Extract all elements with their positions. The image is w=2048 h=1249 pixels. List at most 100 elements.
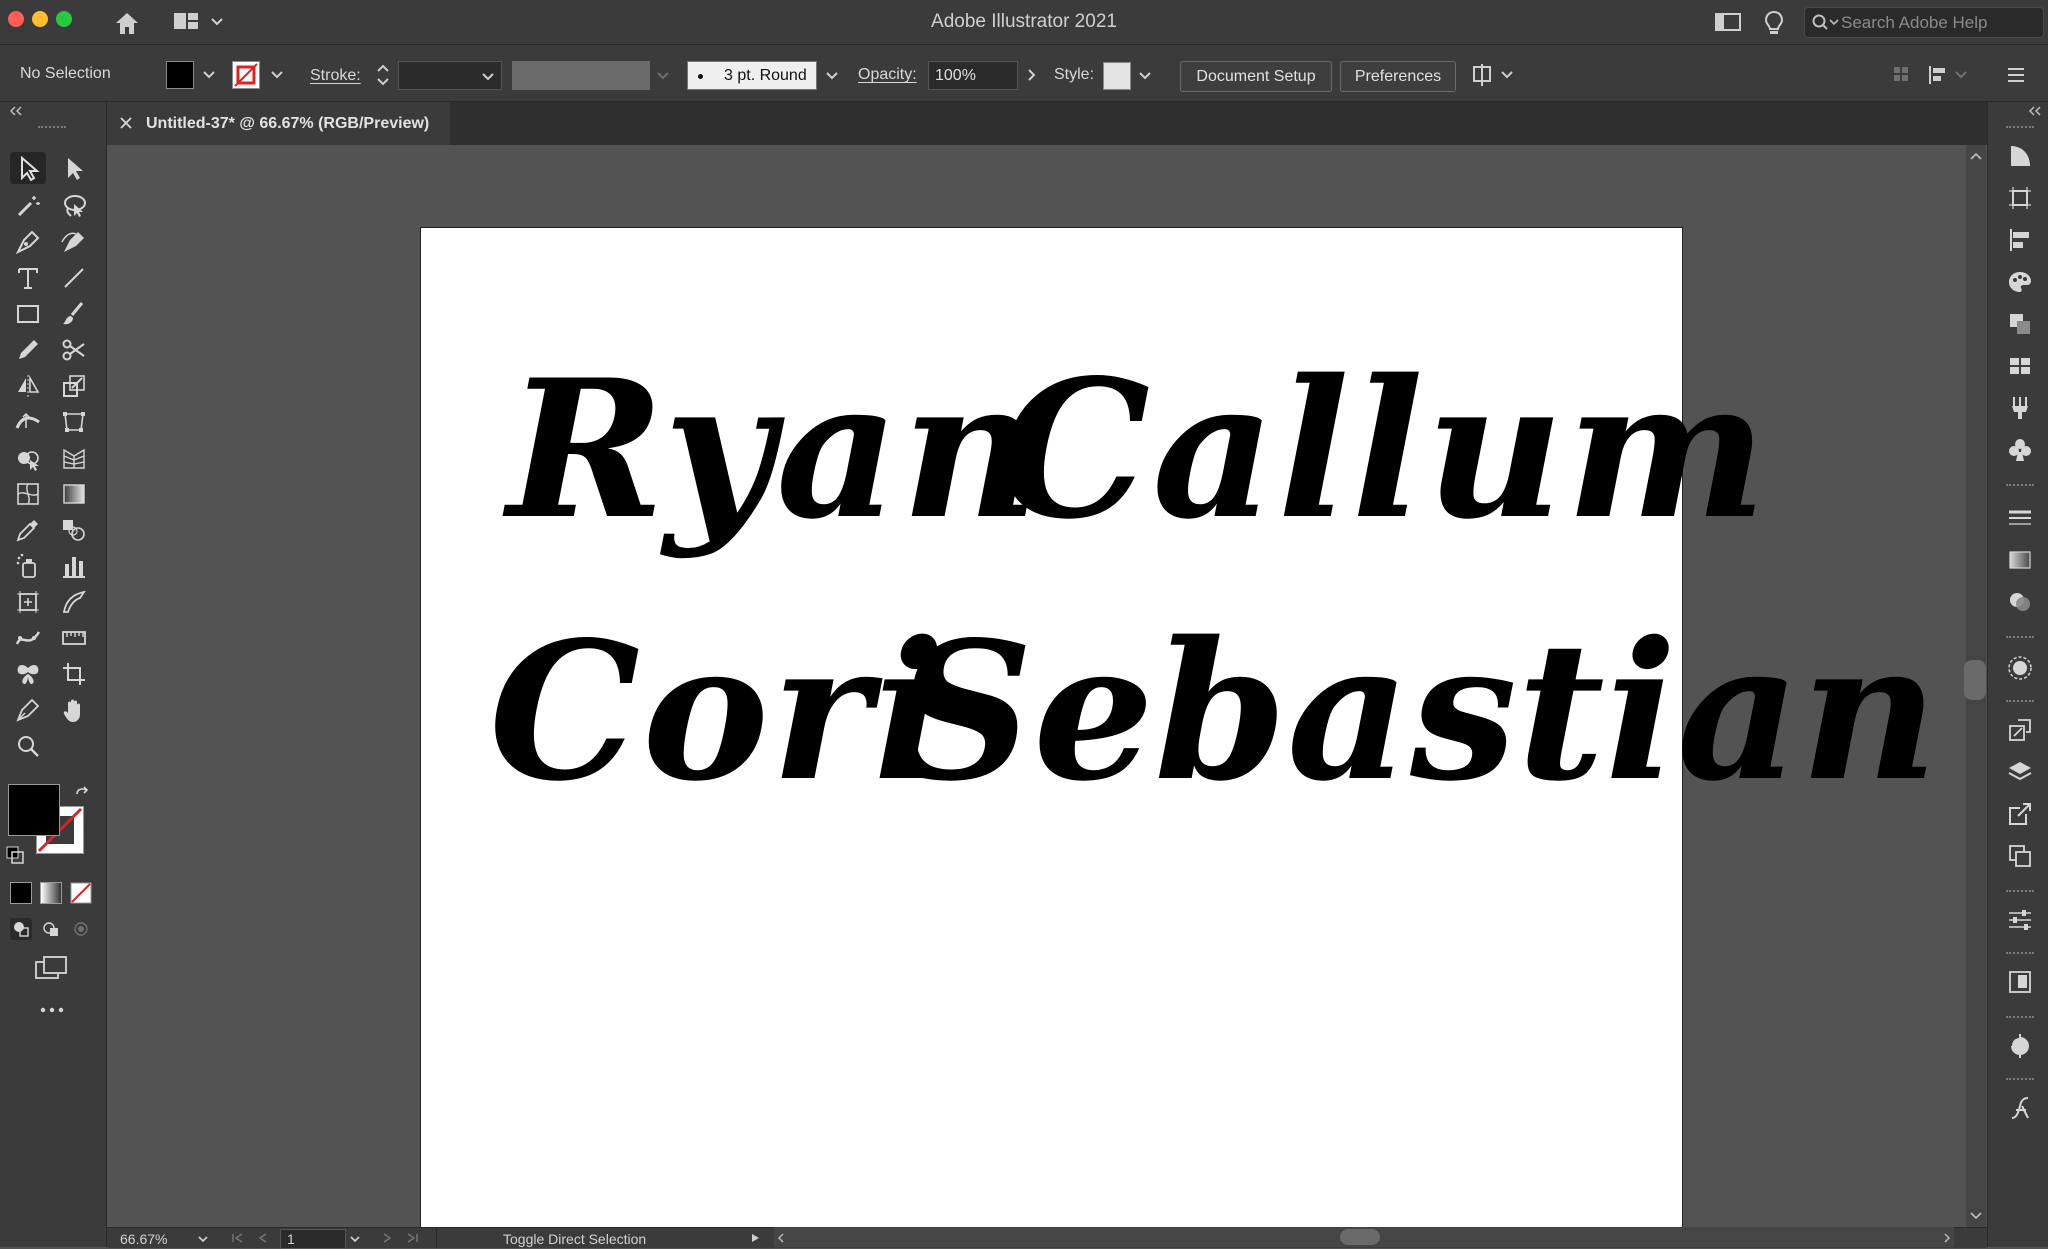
artboard[interactable]: Ryan Callum Cori Sebastian xyxy=(420,227,1938,1229)
measure-tool[interactable] xyxy=(56,622,92,654)
zoom-dropdown[interactable] xyxy=(196,1233,210,1245)
zoom-level-field[interactable]: 66.67% xyxy=(120,1231,167,1247)
transparency-panel-button[interactable] xyxy=(2004,586,2036,618)
preferences-button[interactable]: Preferences xyxy=(1340,61,1456,92)
align-panel-button[interactable] xyxy=(2004,224,2036,256)
panel-group-grip[interactable] xyxy=(2006,126,2034,132)
expand-panels-button[interactable] xyxy=(2028,106,2042,116)
symbols-panel-button[interactable] xyxy=(2004,434,2036,466)
scissors-tool[interactable] xyxy=(56,334,92,366)
panel-group-grip-5[interactable] xyxy=(2006,890,2034,896)
control-bar-menu[interactable] xyxy=(2004,63,2028,87)
type-tool[interactable] xyxy=(10,262,46,294)
variable-width-profile[interactable] xyxy=(512,61,650,90)
artboard-tool[interactable] xyxy=(10,586,46,618)
document-setup-button[interactable]: Document Setup xyxy=(1180,61,1332,92)
swatch-panel-button[interactable] xyxy=(2004,966,2036,998)
stroke-weight-field[interactable] xyxy=(398,61,502,90)
brush-definition[interactable]: 3 pt. Round xyxy=(687,61,817,90)
symbol-tool[interactable] xyxy=(10,658,46,690)
scroll-left-button[interactable] xyxy=(774,1232,788,1244)
vertical-scroll-thumb[interactable] xyxy=(1964,660,1986,700)
panel-group-grip-2[interactable] xyxy=(2006,484,2034,490)
swap-fill-stroke-button[interactable] xyxy=(74,785,92,803)
reflect-tool[interactable] xyxy=(10,370,46,402)
shape-builder-tool[interactable] xyxy=(10,442,46,474)
curvature-tool[interactable] xyxy=(56,226,92,258)
style-dropdown[interactable] xyxy=(1136,62,1154,88)
mesh-tool[interactable] xyxy=(10,478,46,510)
artboard-number-field[interactable]: 1 xyxy=(280,1229,346,1249)
paintbrush-tool[interactable] xyxy=(56,298,92,330)
stroke-weight-stepper[interactable] xyxy=(374,60,392,90)
eraser-pen-tool[interactable] xyxy=(10,694,46,726)
scale-tool[interactable] xyxy=(56,370,92,402)
scroll-down-button[interactable] xyxy=(1966,1208,1986,1222)
character-panel-button[interactable] xyxy=(2004,1092,2036,1124)
libraries-panel-button[interactable] xyxy=(2004,350,2036,382)
navigator-panel-button[interactable] xyxy=(2004,1030,2036,1062)
first-artboard-button[interactable] xyxy=(230,1232,246,1244)
stroke-label[interactable]: Stroke: xyxy=(310,67,361,85)
brushes-panel-button[interactable] xyxy=(2004,392,2036,424)
panel-group-grip-6[interactable] xyxy=(2006,952,2034,958)
artwork-text-cori[interactable]: Cori xyxy=(489,600,947,823)
panel-group-grip-4[interactable] xyxy=(2006,700,2034,706)
artwork-text-ryan[interactable]: Ryan xyxy=(507,338,1041,561)
default-fill-stroke-button[interactable] xyxy=(6,846,24,864)
puppet-warp-tool[interactable] xyxy=(10,622,46,654)
color-mode-button[interactable] xyxy=(10,882,32,904)
distribute-button[interactable] xyxy=(1926,62,1970,88)
arrange-icon-button[interactable] xyxy=(1890,63,1914,87)
scroll-right-button[interactable] xyxy=(1940,1232,1954,1244)
artboards-panel-button[interactable] xyxy=(2004,182,2036,214)
magic-wand-tool[interactable] xyxy=(10,190,46,222)
hand-tool[interactable] xyxy=(56,694,92,726)
arrange-documents-button[interactable] xyxy=(1714,11,1742,33)
artboard-number-dropdown[interactable] xyxy=(348,1233,362,1245)
appearance-panel-button[interactable] xyxy=(2004,652,2036,684)
align-options-button[interactable] xyxy=(1470,62,1518,88)
last-artboard-button[interactable] xyxy=(404,1232,420,1244)
collapse-toolbar-button[interactable] xyxy=(8,106,24,116)
stroke-swatch[interactable] xyxy=(232,61,260,89)
draw-normal-button[interactable] xyxy=(10,918,32,940)
graphic-style-swatch[interactable] xyxy=(1103,62,1131,90)
color-panel-button[interactable] xyxy=(2004,266,2036,298)
discover-button[interactable] xyxy=(1762,9,1786,37)
layers-panel-button[interactable] xyxy=(2004,756,2036,788)
lasso-tool[interactable] xyxy=(56,190,92,222)
toolbar-grip[interactable] xyxy=(38,126,66,132)
stroke-dropdown[interactable] xyxy=(268,61,286,87)
line-segment-tool[interactable] xyxy=(56,262,92,294)
rectangle-tool[interactable] xyxy=(10,298,46,330)
perspective-grid-tool[interactable] xyxy=(56,442,92,474)
draw-inside-button[interactable] xyxy=(70,918,92,940)
artwork-text-callum[interactable]: Callum xyxy=(999,338,1769,561)
variable-width-dropdown[interactable] xyxy=(654,62,672,88)
symbol-sprayer-tool[interactable] xyxy=(10,550,46,582)
fill-color-box[interactable] xyxy=(8,784,60,836)
panel-group-grip-8[interactable] xyxy=(2006,1078,2034,1084)
fill-swatch[interactable] xyxy=(166,61,194,89)
adjustments-panel-button[interactable] xyxy=(2004,904,2036,936)
export-panel-button[interactable] xyxy=(2004,798,2036,830)
gradient-panel-button[interactable] xyxy=(2004,544,2036,576)
edit-toolbar-button[interactable] xyxy=(38,1004,66,1016)
slice-tool[interactable] xyxy=(56,586,92,618)
artwork-text-sebastian[interactable]: Sebastian xyxy=(896,600,1938,823)
zoom-tool[interactable] xyxy=(10,730,46,762)
eyedropper-tool[interactable] xyxy=(10,514,46,546)
opacity-label[interactable]: Opacity: xyxy=(858,66,917,84)
pathfinder-panel-button[interactable] xyxy=(2004,308,2036,340)
next-artboard-button[interactable] xyxy=(380,1232,394,1244)
opacity-flyout[interactable] xyxy=(1022,62,1040,88)
blend-tool[interactable] xyxy=(56,514,92,546)
selection-tool[interactable] xyxy=(10,152,46,184)
gradient-tool[interactable] xyxy=(56,478,92,510)
horizontal-scroll-thumb[interactable] xyxy=(1340,1229,1380,1245)
screen-mode-button[interactable] xyxy=(34,954,70,982)
none-mode-button[interactable] xyxy=(70,882,92,904)
scroll-up-button[interactable] xyxy=(1966,150,1986,164)
stroke-panel-button[interactable] xyxy=(2004,502,2036,534)
